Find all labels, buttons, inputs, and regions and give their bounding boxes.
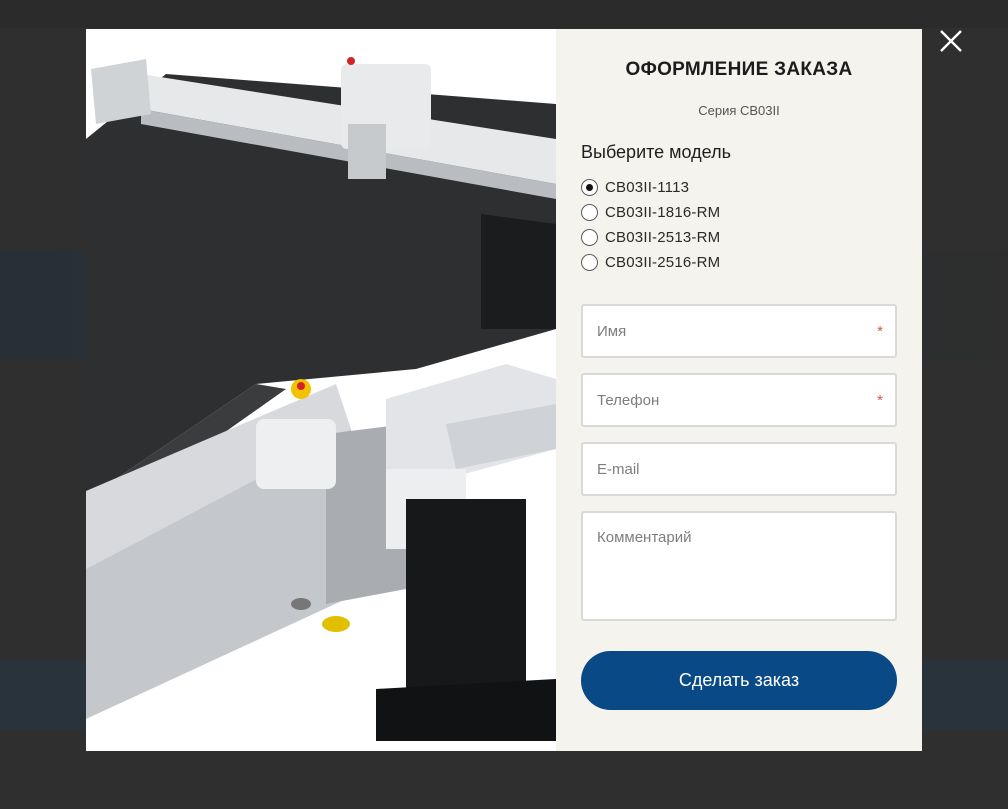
order-modal: ОФОРМЛЕНИЕ ЗАКАЗА Серия CB03II Выберите … [86,29,922,751]
series-subtitle: Серия CB03II [698,103,780,118]
comment-textarea[interactable] [583,513,895,619]
model-heading: Выберите модель [581,142,731,162]
model-option-label: CB03II-2513-RM [605,229,721,246]
model-option-label: CB03II-1113 [605,179,690,196]
radio-button[interactable] [581,229,598,246]
close-button[interactable] [934,24,968,58]
comment-field [581,511,897,621]
model-option-label: CB03II-1816-RM [605,204,721,221]
required-mark: * [877,392,883,409]
model-option-2513-rm[interactable]: CB03II-2513-RM [581,225,897,250]
name-input[interactable] [583,306,895,356]
radio-button[interactable] [581,179,598,196]
phone-field: * [581,373,897,427]
model-radio-group: CB03II-1113 CB03II-1816-RM CB03II-2513-R… [581,175,897,275]
radio-button[interactable] [581,204,598,221]
order-form: ОФОРМЛЕНИЕ ЗАКАЗА Серия CB03II Выберите … [556,29,922,751]
form-title: ОФОРМЛЕНИЕ ЗАКАЗА [625,59,853,80]
model-option-2516-rm[interactable]: CB03II-2516-RM [581,250,897,275]
name-field: * [581,304,897,358]
cutting-machine-image [86,57,556,741]
required-mark: * [877,323,883,340]
background-header [0,0,1008,28]
email-field [581,442,897,496]
close-icon [940,30,962,52]
radio-button[interactable] [581,254,598,271]
email-input[interactable] [583,444,895,494]
phone-input[interactable] [583,375,895,425]
model-option-1816-rm[interactable]: CB03II-1816-RM [581,200,897,225]
submit-order-button[interactable]: Сделать заказ [581,651,897,710]
model-option-label: CB03II-2516-RM [605,254,721,271]
product-image [86,29,556,751]
model-option-1113[interactable]: CB03II-1113 [581,175,897,200]
